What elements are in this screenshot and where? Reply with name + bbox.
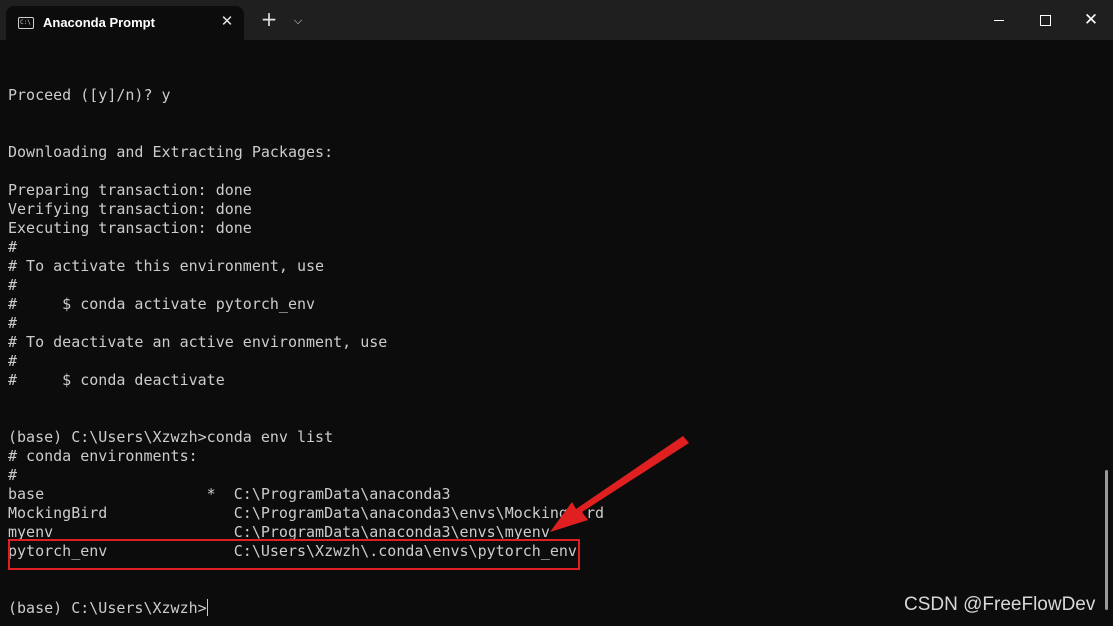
annotation-arrow <box>550 436 689 532</box>
scrollbar[interactable] <box>1105 470 1108 610</box>
arrow-icon <box>550 436 689 532</box>
watermark: CSDN @FreeFlowDev <box>904 594 1096 615</box>
